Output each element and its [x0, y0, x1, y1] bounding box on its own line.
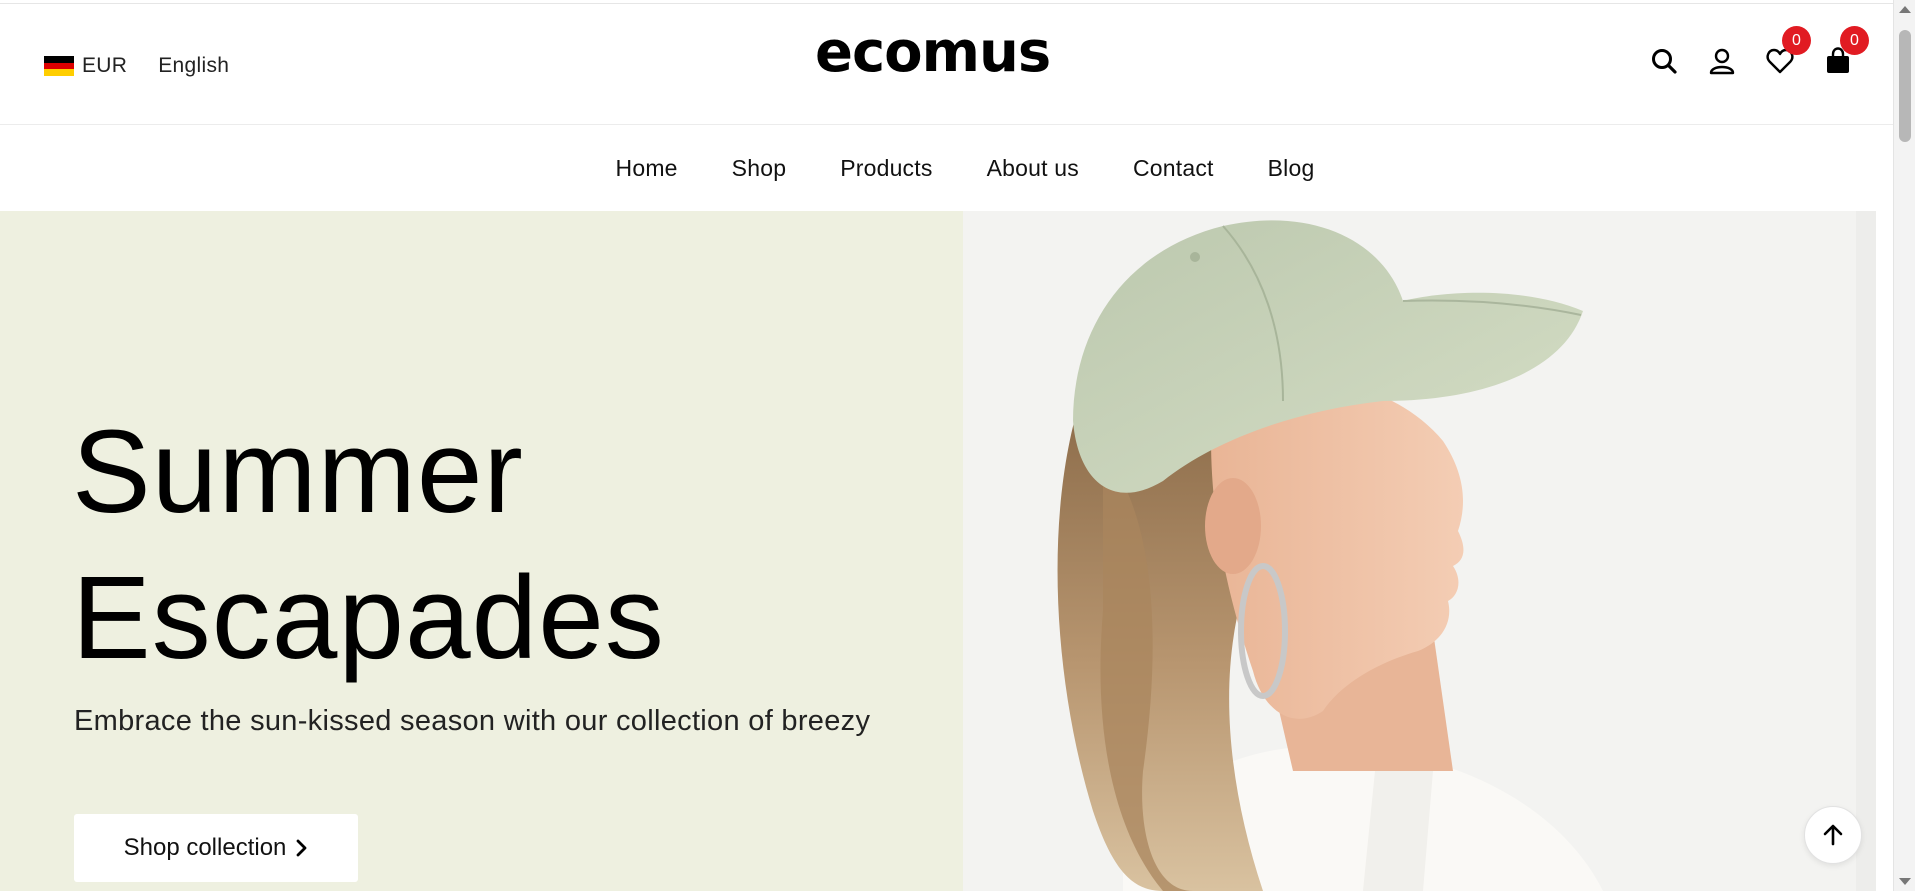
currency-selector[interactable]: EUR: [82, 54, 127, 78]
nav-item-blog[interactable]: Blog: [1268, 155, 1315, 182]
page: EUR English ecomus 0 0 Home Shop Product…: [0, 0, 1893, 891]
site-header: EUR English ecomus 0 0: [0, 4, 1893, 125]
back-to-top-button[interactable]: [1804, 806, 1862, 864]
woman-in-cap-photo: [963, 211, 1876, 891]
language-selector[interactable]: English: [158, 54, 229, 78]
user-icon: [1709, 48, 1735, 75]
arrow-up-icon: [1823, 824, 1843, 846]
scroll-up-arrow-icon[interactable]: [1899, 6, 1911, 13]
main-nav: Home Shop Products About us Contact Blog: [0, 126, 1893, 211]
hero-subtitle: Embrace the sun-kissed season with our c…: [74, 705, 871, 737]
hero-text-panel: Summer Escapades Embrace the sun-kissed …: [0, 211, 963, 891]
cart-button[interactable]: 0: [1823, 26, 1869, 76]
wishlist-count-badge: 0: [1782, 26, 1811, 55]
account-button[interactable]: [1707, 46, 1737, 76]
hero-title-line-2: Escapades: [72, 552, 665, 684]
search-icon: [1652, 49, 1677, 74]
cart-count-badge: 0: [1840, 26, 1869, 55]
header-actions: 0 0: [1621, 26, 1869, 76]
shop-collection-label: Shop collection: [123, 834, 287, 861]
site-logo[interactable]: ecomus: [815, 20, 1095, 85]
nav-item-contact[interactable]: Contact: [1133, 155, 1214, 182]
chevron-right-icon: [296, 839, 308, 857]
locale-switcher: EUR English: [44, 54, 229, 78]
hero-banner: Summer Escapades Embrace the sun-kissed …: [0, 211, 1893, 891]
logo-text: ecomus: [815, 22, 1050, 80]
nav-item-about-us[interactable]: About us: [987, 155, 1079, 182]
hero-title: Summer Escapades: [72, 399, 665, 691]
wishlist-button[interactable]: 0: [1765, 26, 1811, 76]
germany-flag-icon[interactable]: [44, 56, 74, 77]
hero-image: [963, 211, 1876, 891]
shop-collection-button[interactable]: Shop collection: [74, 814, 358, 882]
nav-item-home[interactable]: Home: [616, 155, 678, 182]
hero-title-line-1: Summer: [72, 406, 524, 538]
nav-item-products[interactable]: Products: [840, 155, 932, 182]
scrollbar-thumb[interactable]: [1899, 30, 1911, 142]
nav-item-shop[interactable]: Shop: [732, 155, 787, 182]
page-scrollbar[interactable]: [1893, 0, 1915, 891]
scroll-down-arrow-icon[interactable]: [1899, 878, 1911, 885]
search-button[interactable]: [1649, 46, 1679, 76]
